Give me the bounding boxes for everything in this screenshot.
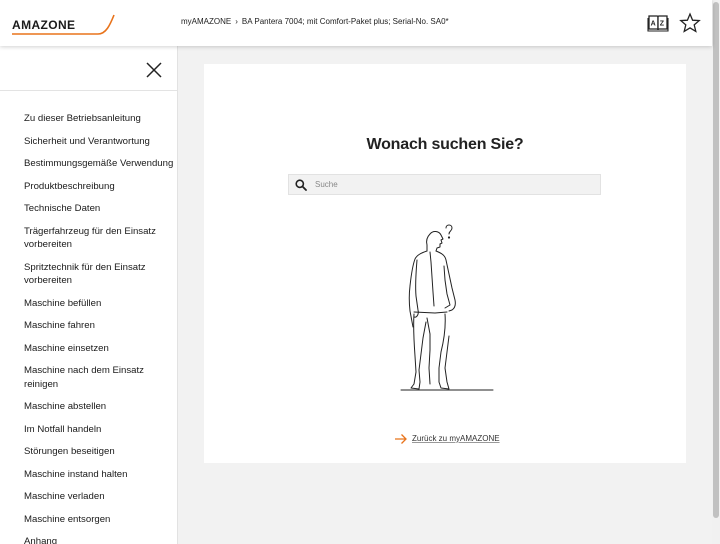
sidebar-item-traegerfahrzeug[interactable]: Trägerfahrzeug für den Einsatz vorbereit… bbox=[24, 225, 174, 252]
page-scrollbar[interactable] bbox=[712, 0, 720, 544]
sidebar-item-bestimmungsgemaesse-verwendung[interactable]: Bestimmungsgemäße Verwendung bbox=[24, 157, 174, 171]
sidebar-item-stoerungen-beseitigen[interactable]: Störungen beseitigen bbox=[24, 445, 174, 459]
breadcrumb-current: BA Pantera 7004; mit Comfort-Paket plus;… bbox=[241, 17, 449, 26]
sidebar-navigation: Zu dieser Betriebsanleitung Sicherheit u… bbox=[0, 46, 178, 544]
sidebar-item-im-notfall-handeln[interactable]: Im Notfall handeln bbox=[24, 423, 174, 437]
amazone-logo[interactable]: AMAZONE bbox=[10, 13, 116, 37]
sidebar-nav-list: Zu dieser Betriebsanleitung Sicherheit u… bbox=[24, 112, 174, 544]
sidebar-item-maschine-verladen[interactable]: Maschine verladen bbox=[24, 490, 174, 504]
sidebar-item-produktbeschreibung[interactable]: Produktbeschreibung bbox=[24, 180, 174, 194]
logo-text: AMAZONE bbox=[12, 18, 76, 32]
sidebar-item-maschine-befuellen[interactable]: Maschine befüllen bbox=[24, 297, 174, 311]
top-header: AMAZONE myAMAZONE › BA Pantera 7004; mit C… bbox=[0, 0, 712, 46]
sidebar-item-spritztechnik[interactable]: Spritztechnik für den Einsatz vorbereite… bbox=[24, 261, 174, 288]
breadcrumb: myAMAZONE › BA Pantera 7004; mit Comfort-P… bbox=[181, 17, 449, 26]
sidebar-item-zu-dieser-betriebsanleitung[interactable]: Zu dieser Betriebsanleitung bbox=[24, 112, 174, 126]
sidebar-item-maschine-instand-halten[interactable]: Maschine instand halten bbox=[24, 468, 174, 482]
breadcrumb-root-link[interactable]: myAMAZONE bbox=[181, 17, 231, 26]
svg-text:A: A bbox=[651, 21, 656, 28]
search-icon bbox=[295, 179, 307, 191]
close-icon[interactable] bbox=[144, 60, 164, 80]
back-link-label: Zurück zu myAMAZONE bbox=[412, 434, 500, 443]
thinking-person-illustration bbox=[400, 224, 494, 391]
sidebar-item-sicherheit[interactable]: Sicherheit und Verantwortung bbox=[24, 135, 174, 149]
sidebar-item-maschine-reinigen[interactable]: Maschine nach dem Einsatz reinigen bbox=[24, 364, 174, 391]
arrow-right-icon bbox=[395, 434, 407, 444]
search-box[interactable] bbox=[288, 174, 601, 195]
sidebar-item-anhang[interactable]: Anhang bbox=[24, 535, 174, 544]
search-card: Wonach suchen Sie? Suche Zurück zu myAMA… bbox=[204, 64, 686, 463]
sidebar-top-bar bbox=[0, 46, 177, 91]
star-favorite-icon[interactable] bbox=[679, 12, 701, 34]
page-title: Wonach suchen Sie? bbox=[366, 136, 524, 153]
scrollbar-thumb[interactable] bbox=[713, 2, 719, 518]
dictionary-book-icon[interactable]: A Z bbox=[647, 12, 669, 34]
sidebar-item-technische-daten[interactable]: Technische Daten bbox=[24, 202, 174, 216]
sidebar-item-maschine-fahren[interactable]: Maschine fahren bbox=[24, 319, 174, 333]
breadcrumb-separator: › bbox=[235, 17, 238, 26]
sidebar-item-maschine-einsetzen[interactable]: Maschine einsetzen bbox=[24, 342, 174, 356]
search-input[interactable] bbox=[315, 177, 595, 192]
sidebar-item-maschine-abstellen[interactable]: Maschine abstellen bbox=[24, 400, 174, 414]
sidebar-item-maschine-entsorgen[interactable]: Maschine entsorgen bbox=[24, 513, 174, 527]
svg-text:Z: Z bbox=[660, 21, 665, 28]
